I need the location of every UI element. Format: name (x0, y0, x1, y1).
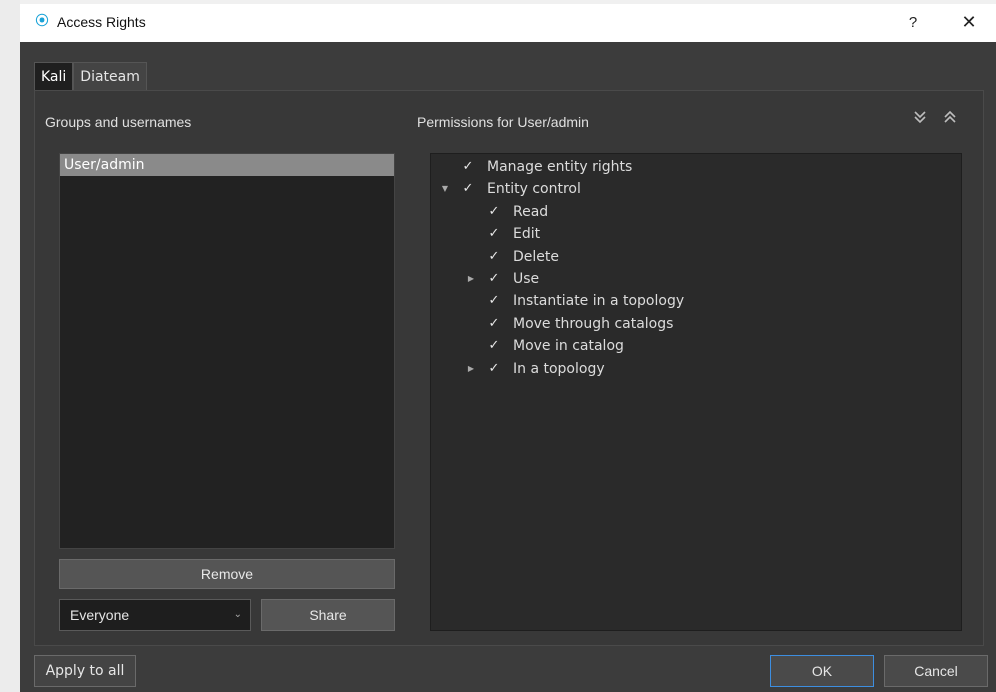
tab-bar: Kali Diateam (34, 62, 147, 90)
checkbox[interactable]: ✓ (487, 201, 501, 223)
tab-kali[interactable]: Kali (34, 62, 74, 90)
tree-node-label: Move through catalogs (513, 315, 674, 332)
ok-button[interactable]: OK (770, 655, 874, 687)
checkbox[interactable]: ✓ (487, 335, 501, 357)
dialog-footer: Apply to all OK Cancel (20, 646, 996, 692)
desktop-backdrop (0, 0, 20, 692)
checkbox[interactable]: ✓ (487, 358, 501, 380)
tree-node[interactable]: ✓ Manage entity rights (431, 156, 961, 178)
checkbox[interactable]: ✓ (487, 290, 501, 312)
tree-node-label: In a topology (513, 360, 605, 377)
group-select[interactable]: Everyone ⌄ (59, 599, 251, 631)
help-button[interactable]: ? (900, 10, 926, 36)
tab-content-pane: Groups and usernames User/admin Remove E… (34, 90, 984, 646)
remove-button[interactable]: Remove (59, 559, 395, 589)
apply-to-all-button[interactable]: Apply to all (34, 655, 136, 687)
checkbox[interactable]: ✓ (487, 313, 501, 335)
double-chevron-down-icon[interactable] (911, 110, 929, 130)
tree-node-label: Edit (513, 226, 541, 243)
tree-node[interactable]: ▶ ✓ In a topology (431, 358, 961, 380)
groups-list[interactable]: User/admin (59, 153, 395, 549)
permissions-tree[interactable]: ✓ Manage entity rights ▼ ✓ Entity control ✓ Re… (430, 153, 962, 631)
tree-node[interactable]: ✓ Edit (431, 223, 961, 245)
tree-node-label: Use (513, 270, 540, 287)
dialog-body: Kali Diateam Groups and usernames User/a… (20, 42, 996, 692)
tree-node-label: Manage entity rights (487, 159, 633, 175)
tree-node[interactable]: ▼ ✓ Entity control (431, 178, 961, 200)
expanded-arrow-icon[interactable]: ▼ (439, 178, 451, 200)
group-select-value: Everyone (70, 607, 130, 623)
app-logo-icon: ⦿ (35, 14, 49, 29)
tree-node[interactable]: ✓ Instantiate in a topology (431, 290, 961, 312)
checkbox[interactable]: ✓ (487, 268, 501, 290)
window-title: Access Rights (57, 14, 146, 30)
tree-node-label: Entity control (487, 181, 581, 198)
tree-node[interactable]: ✓ Read (431, 201, 961, 223)
close-icon[interactable]: ✕ (954, 10, 984, 36)
chevron-down-icon: ⌄ (233, 609, 242, 620)
tree-node-label: Read (513, 203, 549, 220)
tree-node[interactable]: ▶ ✓ Use (431, 268, 961, 290)
groups-heading: Groups and usernames (45, 114, 192, 130)
tree-node-label: Delete (513, 248, 559, 265)
double-chevron-up-icon[interactable] (941, 110, 959, 130)
checkbox[interactable]: ✓ (487, 223, 501, 245)
collapsed-arrow-icon[interactable]: ▶ (465, 268, 477, 290)
tree-node-label: Instantiate in a topology (513, 293, 685, 310)
collapsed-arrow-icon[interactable]: ▶ (465, 358, 477, 380)
tree-node[interactable]: ✓ Move in catalog (431, 335, 961, 357)
cancel-button[interactable]: Cancel (884, 655, 988, 687)
title-bar[interactable]: ⦿ Access Rights ? ✕ (20, 4, 996, 42)
tree-node-label: Move in catalog (513, 338, 624, 355)
tree-node[interactable]: ✓ Delete (431, 246, 961, 268)
share-button[interactable]: Share (261, 599, 395, 631)
checkbox[interactable]: ✓ (461, 178, 475, 200)
tree-node[interactable]: ✓ Move through catalogs (431, 313, 961, 335)
checkbox[interactable]: ✓ (461, 156, 475, 178)
list-item[interactable]: User/admin (60, 154, 394, 176)
tab-diateam[interactable]: Diateam (73, 62, 147, 90)
permissions-heading: Permissions for User/admin (417, 114, 589, 130)
checkbox[interactable]: ✓ (487, 246, 501, 268)
